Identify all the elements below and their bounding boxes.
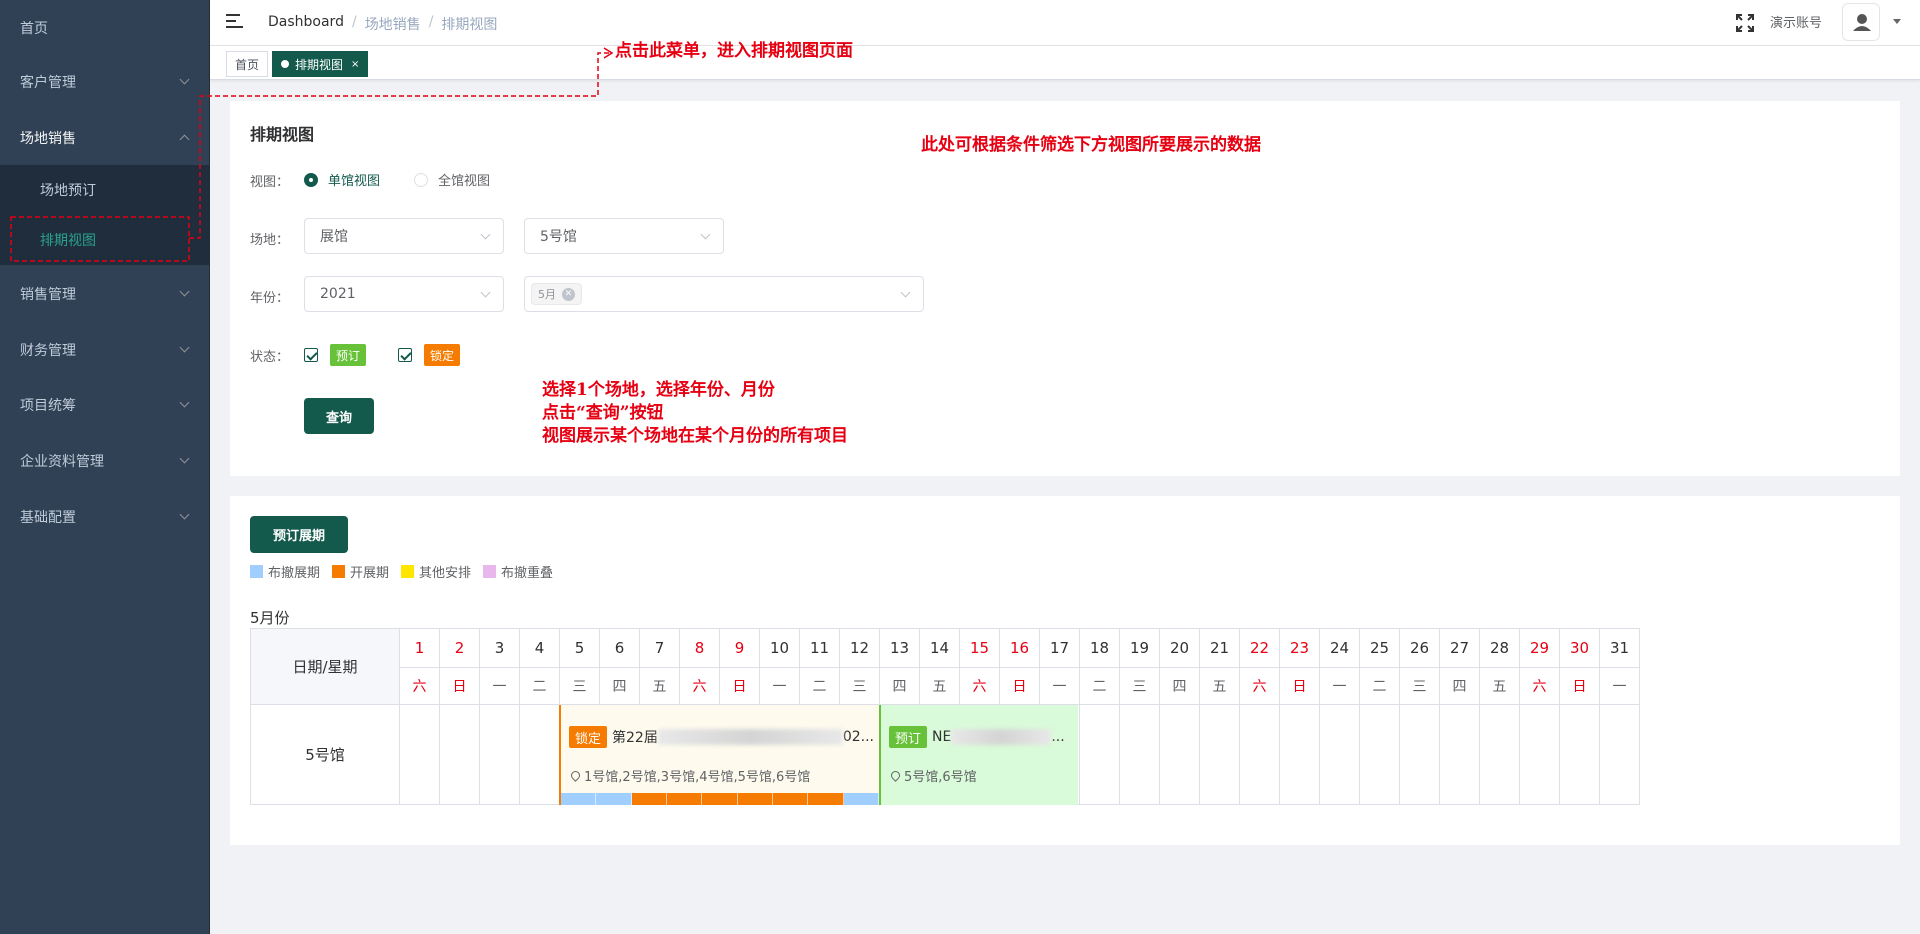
- annotation-steps-1: 选择1个场地，选择年份、月份: [542, 380, 775, 400]
- annotation-highlight-box: [10, 216, 190, 262]
- annotation-filter-hint: 此处可根据条件筛选下方视图所要展示的数据: [921, 135, 1261, 155]
- annotation-steps-2: 点击“查询”按钮: [542, 403, 664, 423]
- annotation-connector: [189, 52, 610, 239]
- annotation-steps-3: 视图展示某个场地在某个月份的所有项目: [542, 426, 848, 446]
- annotation-menu-hint: 点击此菜单，进入排期视图页面: [615, 41, 853, 61]
